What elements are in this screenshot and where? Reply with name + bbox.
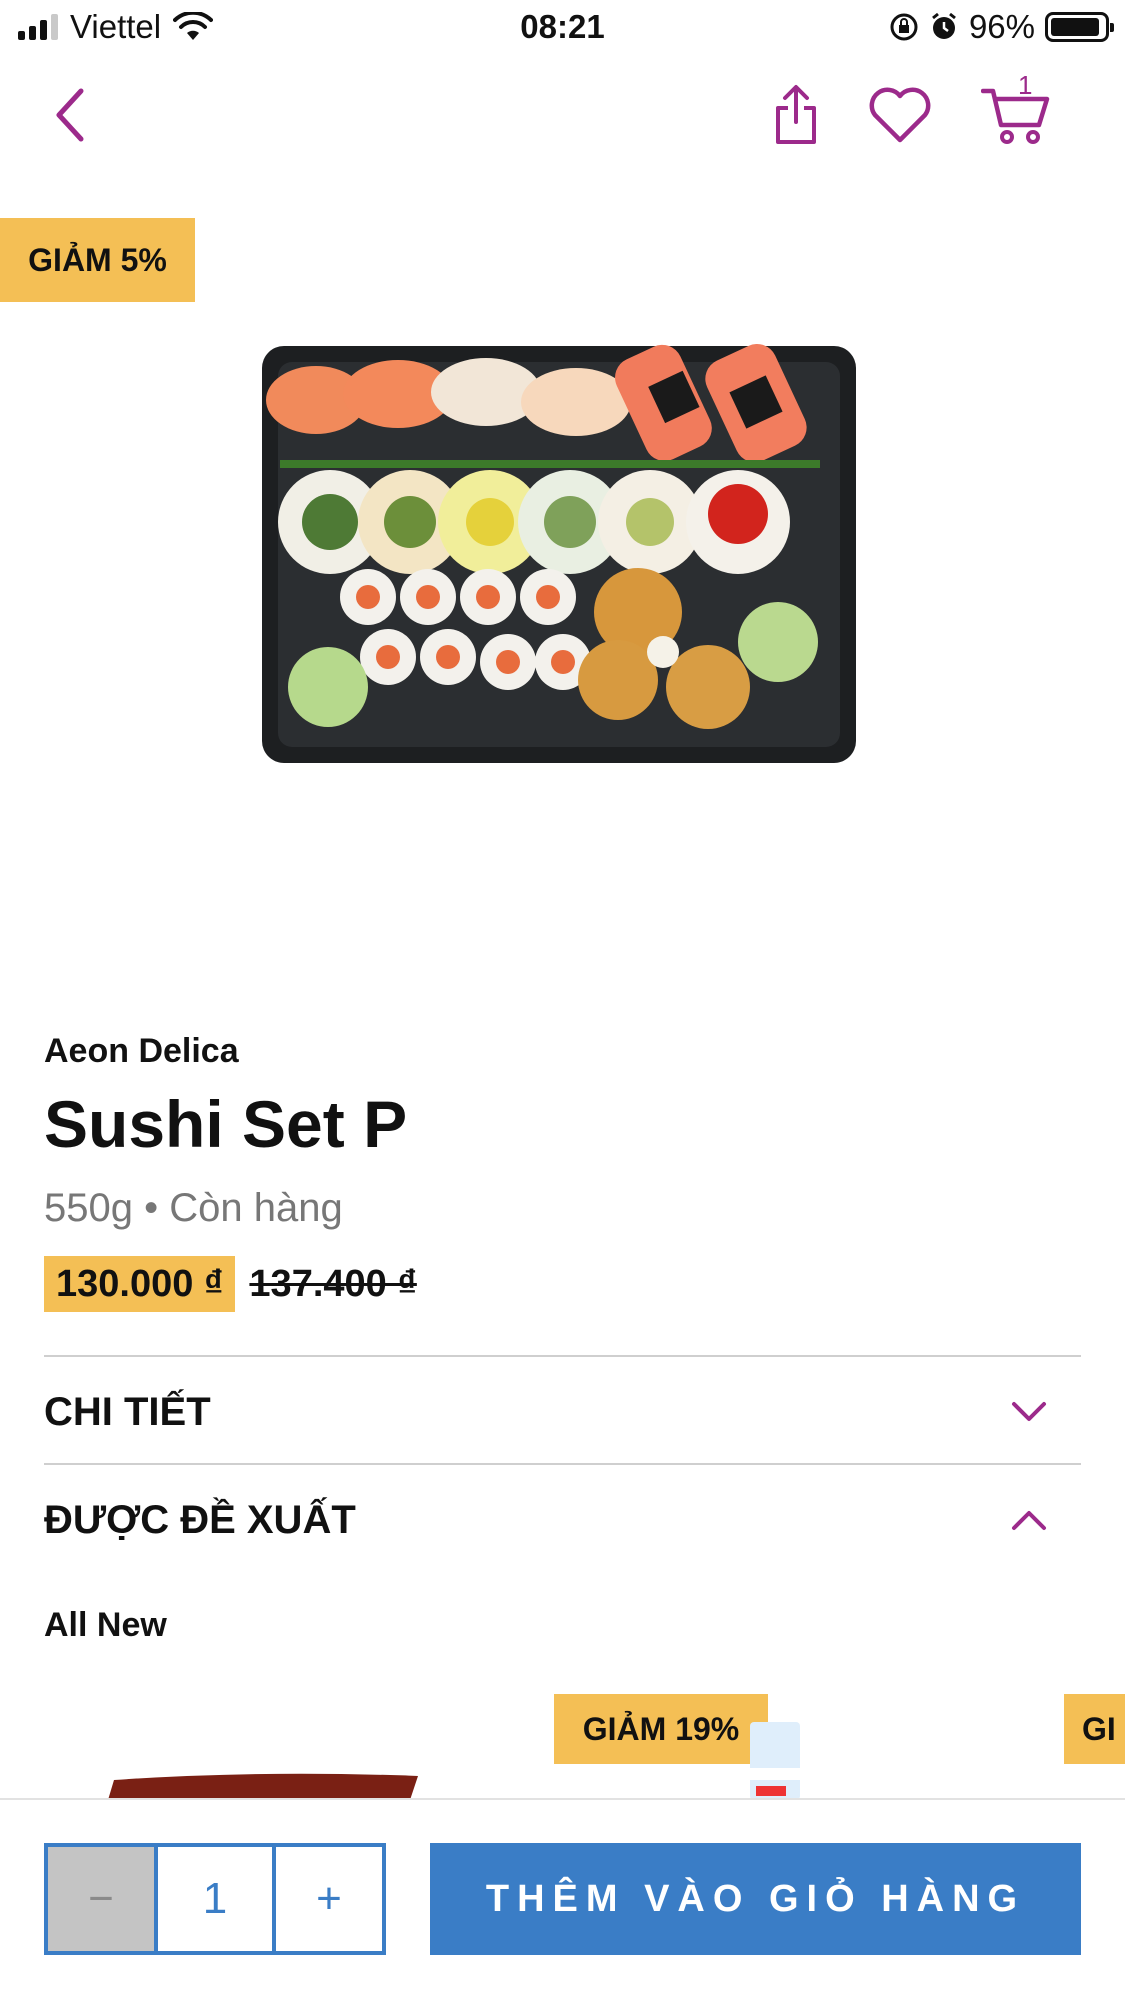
alarm-icon (932, 12, 956, 39)
recommended-product-image[interactable] (100, 1770, 420, 1800)
original-price: 137.400 ₫ (249, 1262, 417, 1305)
cart-count-badge: 1 (1018, 70, 1033, 100)
add-to-cart-button[interactable]: THÊM VÀO GIỎ HÀNG (430, 1843, 1081, 1955)
cart-icon (981, 88, 1050, 144)
recommended-label: ĐƯỢC ĐỀ XUẤT (44, 1497, 356, 1542)
decrease-quantity-button[interactable]: − (48, 1847, 158, 1951)
product-image (262, 344, 856, 763)
share-icon (776, 85, 816, 144)
carrier-name: Viettel (70, 8, 162, 45)
battery-icon (1045, 12, 1114, 42)
wifi-icon (173, 12, 214, 40)
battery-percent: 96% (968, 8, 1035, 45)
discount-badge: GIẢM 5% (0, 218, 195, 302)
status-right: 96% (889, 8, 1114, 46)
status-bar: Viettel 08:21 96% (0, 0, 1125, 56)
sale-price: 130.000 ₫ (44, 1256, 236, 1312)
recommended-discount-badge: GI (1064, 1694, 1125, 1764)
heart-icon (869, 87, 931, 143)
back-button[interactable] (40, 82, 100, 148)
details-label: CHI TIẾT (44, 1389, 211, 1434)
signal-icon (18, 14, 58, 40)
recommended-category-label: All New (44, 1606, 167, 1644)
recommended-product-image[interactable] (748, 1718, 802, 1800)
details-section-header[interactable]: CHI TIẾT (44, 1367, 1081, 1457)
product-title: Sushi Set P (44, 1087, 408, 1161)
price-row: 130.000 ₫ 137.400 ₫ (44, 1256, 417, 1312)
chevron-down-icon (999, 1382, 1059, 1442)
chevron-up-icon (999, 1490, 1059, 1550)
cart-button[interactable] (976, 72, 1056, 152)
product-detail-screen: Viettel 08:21 96% 1 GIẢM 5% Aeon Delica … (0, 0, 1125, 1999)
favorite-button[interactable] (864, 80, 936, 150)
orientation-lock-icon (890, 13, 918, 41)
increase-quantity-button[interactable]: + (276, 1847, 382, 1951)
recommended-section-header[interactable]: ĐƯỢC ĐỀ XUẤT (44, 1475, 1081, 1565)
quantity-input[interactable]: 1 (158, 1847, 276, 1951)
divider (44, 1463, 1081, 1465)
share-button[interactable] (766, 80, 826, 150)
status-left: Viettel (18, 8, 214, 46)
recommended-discount-badge: GIẢM 19% (554, 1694, 768, 1764)
quantity-stepper: − 1 + (44, 1843, 386, 1955)
product-weight-stock: 550g • Còn hàng (44, 1186, 343, 1230)
chevron-left-icon (56, 88, 84, 142)
divider (44, 1355, 1081, 1357)
product-brand: Aeon Delica (44, 1032, 239, 1070)
